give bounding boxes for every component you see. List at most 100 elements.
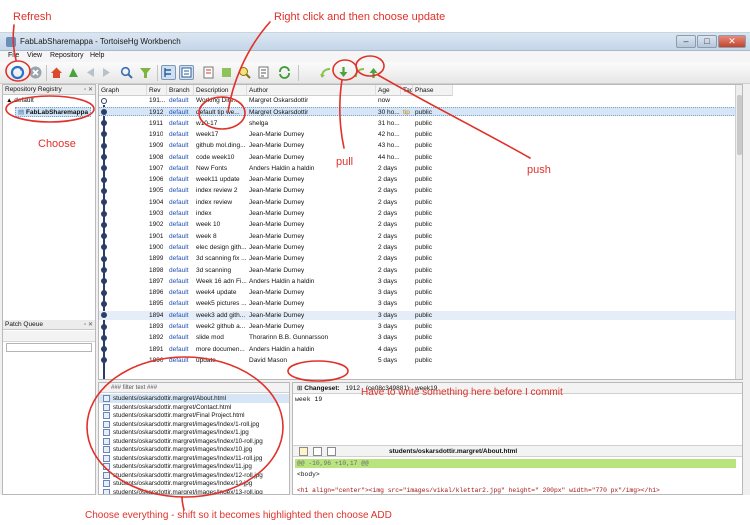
revision-row[interactable]: 1900 default elec design gith... Jean-Marie… xyxy=(99,243,736,252)
revision-row[interactable]: 1899 default 3d scanning fix ... Jean-Marie… xyxy=(99,254,736,263)
patch-queue-combo[interactable] xyxy=(6,343,92,352)
annotate-mode-icon[interactable] xyxy=(313,447,322,456)
revision-row[interactable]: 1904 default index review Jean-Marie Durney… xyxy=(99,198,736,207)
status-icon[interactable] xyxy=(256,65,271,80)
revision-row[interactable]: 1902 default week 10 Jean-Marie Durney 2 day… xyxy=(99,220,736,229)
patch-queue-header: Patch Queue ▫ ✕ xyxy=(3,320,95,330)
pull-icon[interactable] xyxy=(336,65,351,80)
branch-name: default xyxy=(169,300,189,308)
back-icon[interactable] xyxy=(83,65,98,80)
push-icon[interactable] xyxy=(366,65,381,80)
graph-node xyxy=(101,142,107,149)
revision-row[interactable]: 1901 default week 8 Jean-Marie Durney 2 days… xyxy=(99,232,736,241)
revision-number: 1905 xyxy=(149,187,164,195)
column-header-phase[interactable]: Phase xyxy=(413,85,453,96)
graph-node xyxy=(101,210,107,217)
log-view-icon[interactable] xyxy=(161,65,176,80)
file-icon xyxy=(103,437,110,445)
scrollbar-thumb[interactable] xyxy=(737,95,742,155)
revision-row[interactable]: 1906 default week11 update Jean-Marie Durne… xyxy=(99,175,736,184)
panel-controls-icon[interactable]: ▫ ✕ xyxy=(84,85,93,95)
working-directory-row[interactable]: 191... default Working Dire... Margret Oska… xyxy=(99,96,736,105)
close-button[interactable]: ✕ xyxy=(718,35,746,48)
outgoing-icon[interactable] xyxy=(352,65,367,80)
column-header-branch[interactable]: Branch xyxy=(167,85,194,96)
diff-mode-icon[interactable] xyxy=(299,447,308,456)
zoom-icon[interactable] xyxy=(237,65,252,80)
column-header-tags[interactable]: Tags xyxy=(401,85,413,96)
goto-icon[interactable] xyxy=(66,65,81,80)
revision-row[interactable]: 1911 default w10-17 shelga 31 ho... public xyxy=(99,119,736,128)
column-header-graph[interactable]: Graph xyxy=(99,85,147,96)
revision-row[interactable]: 1898 default 3d scanning Jean-Marie Durney 2… xyxy=(99,266,736,275)
log-scrollbar[interactable] xyxy=(735,85,742,379)
revision-age: 2 days xyxy=(378,243,398,251)
sync-icon[interactable] xyxy=(277,65,292,80)
file-history-icon[interactable] xyxy=(327,447,336,456)
panel-controls-icon[interactable]: ▫ ✕ xyxy=(84,320,93,330)
grep-icon[interactable] xyxy=(219,65,234,80)
revision-row[interactable]: 1894 default week3 add gith... Jean-Marie D… xyxy=(99,310,736,320)
menu-file[interactable]: File xyxy=(8,52,19,59)
refresh-icon[interactable] xyxy=(10,65,25,80)
revision-row[interactable]: 1892 default slide mod Thorarinn B.B. Gunna… xyxy=(99,333,736,342)
revision-row[interactable]: 1908 default code week10 Jean-Marie Durney 4… xyxy=(99,153,736,162)
revision-phase: public xyxy=(415,243,432,251)
column-header-author[interactable]: Author xyxy=(247,85,376,96)
minimize-button[interactable]: – xyxy=(676,35,696,48)
revision-author: Jean-Marie Durney xyxy=(249,142,305,150)
revision-age: 3 days xyxy=(378,300,398,308)
revision-number: 1892 xyxy=(149,334,164,342)
revision-row[interactable]: 1893 default week2 github a... Jean-Marie D… xyxy=(99,322,736,331)
title-bar: FabLabSharemappa - TortoiseHg Workbench … xyxy=(0,33,750,51)
revision-age: 2 days xyxy=(378,266,398,274)
revision-row[interactable]: 1912 default default tip we... Margret Oska… xyxy=(99,107,736,117)
revision-age: 43 ho... xyxy=(378,142,400,150)
tree-expand-icon[interactable]: ▲ xyxy=(6,97,14,104)
revision-number: 1910 xyxy=(149,130,164,138)
revision-log: GraphRevBranchDescriptionAuthorAgeTagsPh… xyxy=(98,84,743,380)
revision-row[interactable]: 1897 default Week 16 adn Fi... Anders Haldi… xyxy=(99,277,736,286)
revision-row[interactable]: 1907 default New Fonts Anders Haldin a hald… xyxy=(99,164,736,173)
annotate-icon[interactable] xyxy=(201,65,216,80)
column-header-rev[interactable]: Rev xyxy=(147,85,167,96)
registry-group-default[interactable]: ▲ default xyxy=(6,97,34,104)
revision-row[interactable]: 1910 default week17 Jean-Marie Durney 42 ho.… xyxy=(99,130,736,139)
registry-repo-item[interactable]: ▤ FabLabSharemappa xyxy=(15,107,92,117)
tortoisehg-window: FabLabSharemappa - TortoiseHg Workbench … xyxy=(0,32,750,495)
revision-row[interactable]: 1909 default github mol.ding... Jean-Marie … xyxy=(99,141,736,150)
maximize-button[interactable]: □ xyxy=(697,35,717,48)
incoming-icon[interactable] xyxy=(318,65,333,80)
stop-icon[interactable] xyxy=(28,65,43,80)
revision-number: 1901 xyxy=(149,232,164,240)
manifest-view-icon[interactable] xyxy=(179,65,194,80)
menu-repository[interactable]: Repository xyxy=(50,52,83,59)
forward-icon[interactable] xyxy=(99,65,114,80)
menu-help[interactable]: Help xyxy=(90,52,104,59)
file-row[interactable]: students/oskarsdottir.margret/images/Ind… xyxy=(99,488,289,494)
home-icon[interactable] xyxy=(49,65,64,80)
file-filter-input[interactable]: ### filter text ### xyxy=(99,383,289,393)
revision-row[interactable]: 1903 default index Jean-Marie Durney 2 days p… xyxy=(99,209,736,218)
revision-row[interactable]: 1890 default update David Mason 5 days public xyxy=(99,356,736,365)
revision-row[interactable]: 1896 default week4 update Jean-Marie Durney… xyxy=(99,288,736,297)
graph-node xyxy=(101,187,107,194)
revision-number: 1907 xyxy=(149,164,164,172)
column-header-age[interactable]: Age xyxy=(376,85,401,96)
search-icon[interactable] xyxy=(119,65,134,80)
filter-icon[interactable] xyxy=(138,65,153,80)
revision-author: Jean-Marie Durney xyxy=(249,232,305,240)
commit-message-field[interactable]: week 19 xyxy=(295,396,355,408)
revision-age: 2 days xyxy=(378,176,398,184)
menu-view[interactable]: View xyxy=(27,52,42,59)
revision-age: 31 ho... xyxy=(378,119,400,127)
graph-node xyxy=(101,289,107,296)
revision-row[interactable]: 1905 default index review 2 Jean-Marie Durn… xyxy=(99,186,736,195)
revision-description: New Fonts xyxy=(196,164,228,172)
revision-row[interactable]: 1891 default more documen... Anders Haldin … xyxy=(99,345,736,354)
revision-age: 2 days xyxy=(378,232,398,240)
branch-name: default xyxy=(169,97,189,104)
revision-row[interactable]: 1895 default week5 pictures ... Jean-Marie … xyxy=(99,299,736,308)
revision-number: 1890 xyxy=(149,356,164,364)
column-header-description[interactable]: Description xyxy=(194,85,247,96)
